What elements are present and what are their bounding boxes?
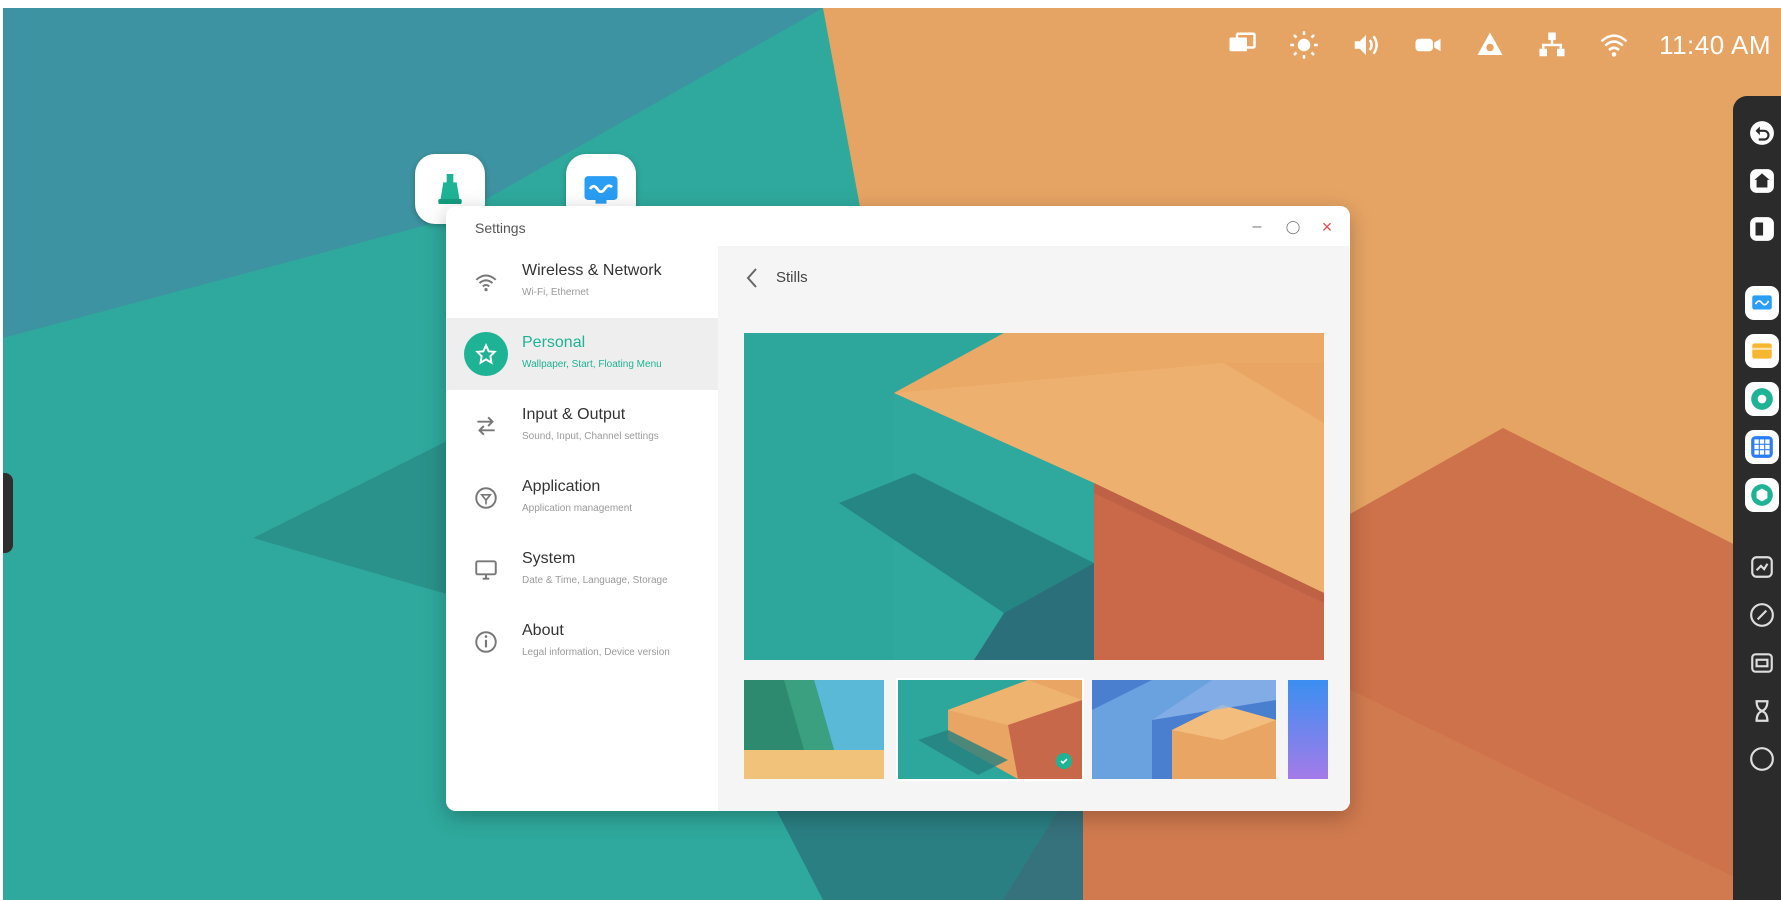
back-icon[interactable] (1745, 116, 1779, 150)
sidebar-item-about[interactable]: About Legal information, Device version (446, 606, 718, 678)
sidebar-item-title: Input & Output (522, 406, 626, 423)
sidebar-item-subtitle: Sound, Input, Channel settings (522, 431, 659, 442)
minimize-button[interactable]: – (1246, 216, 1268, 238)
wallpaper-thumb-3[interactable] (1092, 680, 1276, 779)
settings-app-icon[interactable] (1745, 478, 1779, 512)
chevron-left-icon (746, 268, 757, 288)
settings-sidebar: Wireless & Network Wi-Fi, Ethernet Perso… (446, 246, 718, 811)
monitor-icon (468, 552, 504, 588)
sidebar-item-subtitle: Legal information, Device version (522, 647, 670, 658)
browser-app-icon[interactable] (1745, 382, 1779, 416)
right-dock (1733, 96, 1781, 900)
window-title: Settings (475, 220, 526, 236)
swap-icon (468, 408, 504, 444)
page-title: Stills (776, 269, 808, 286)
sidebar-item-wireless-network[interactable]: Wireless & Network Wi-Fi, Ethernet (446, 246, 718, 318)
wallpaper-preview (744, 333, 1324, 660)
window-titlebar[interactable]: Settings – ◯ × (446, 206, 1350, 246)
sidebar-item-title: About (522, 622, 564, 639)
sidebar-item-subtitle: Application management (522, 503, 633, 514)
camera-icon[interactable] (1411, 28, 1445, 62)
sidebar-item-input-output[interactable]: Input & Output Sound, Input, Channel set… (446, 390, 718, 462)
wallpaper-thumb-4[interactable] (1288, 680, 1328, 779)
close-button[interactable]: × (1316, 216, 1338, 238)
settings-content: Stills (718, 246, 1350, 811)
home-icon[interactable] (1745, 164, 1779, 198)
sidebar-item-title: System (522, 550, 576, 567)
star-icon (464, 332, 508, 376)
volume-icon[interactable] (1349, 28, 1383, 62)
recent-apps-icon[interactable] (1745, 212, 1779, 246)
selected-check-icon (1056, 753, 1072, 769)
sidebar-item-system[interactable]: System Date & Time, Language, Storage (446, 534, 718, 606)
sidebar-item-subtitle: Wi-Fi, Ethernet (522, 287, 589, 298)
network-icon[interactable] (1535, 28, 1569, 62)
sidebar-item-title: Application (522, 478, 601, 495)
settings-window: Settings – ◯ × Wireless & Network Wi-Fi,… (446, 206, 1350, 811)
app-icon (468, 480, 504, 516)
folder-app-icon[interactable] (1745, 334, 1779, 368)
annotate-icon[interactable] (1745, 598, 1779, 632)
wifi-icon[interactable] (1597, 28, 1631, 62)
sidebar-item-application[interactable]: Application Application management (446, 462, 718, 534)
info-icon (468, 624, 504, 660)
whiteboard-app-icon[interactable] (1745, 286, 1779, 320)
brightness-icon[interactable] (1287, 28, 1321, 62)
maximize-button[interactable]: ◯ (1282, 216, 1304, 238)
more-icon[interactable] (1745, 742, 1779, 776)
screenshot-icon[interactable] (1745, 550, 1779, 584)
back-button[interactable] (738, 264, 766, 292)
hotspot-icon[interactable] (1473, 28, 1507, 62)
sidebar-item-title: Personal (522, 334, 586, 351)
screen-share-icon[interactable] (1225, 28, 1259, 62)
status-bar: 11:40 AM (1225, 28, 1771, 62)
clock: 11:40 AM (1659, 29, 1771, 60)
left-edge-handle[interactable] (3, 473, 13, 553)
sidebar-item-personal[interactable]: Personal Wallpaper, Start, Floating Menu (446, 318, 718, 390)
sidebar-item-subtitle: Wallpaper, Start, Floating Menu (522, 359, 662, 370)
timer-icon[interactable] (1745, 694, 1779, 728)
sidebar-item-subtitle: Date & Time, Language, Storage (522, 575, 668, 586)
sidebar-item-title: Wireless & Network (522, 262, 662, 279)
wallpaper-thumb-1[interactable] (744, 680, 884, 779)
screen-record-icon[interactable] (1745, 646, 1779, 680)
wifi-icon (468, 264, 504, 300)
app-grid-icon[interactable] (1745, 430, 1779, 464)
wallpaper-thumb-2[interactable] (896, 678, 1084, 781)
